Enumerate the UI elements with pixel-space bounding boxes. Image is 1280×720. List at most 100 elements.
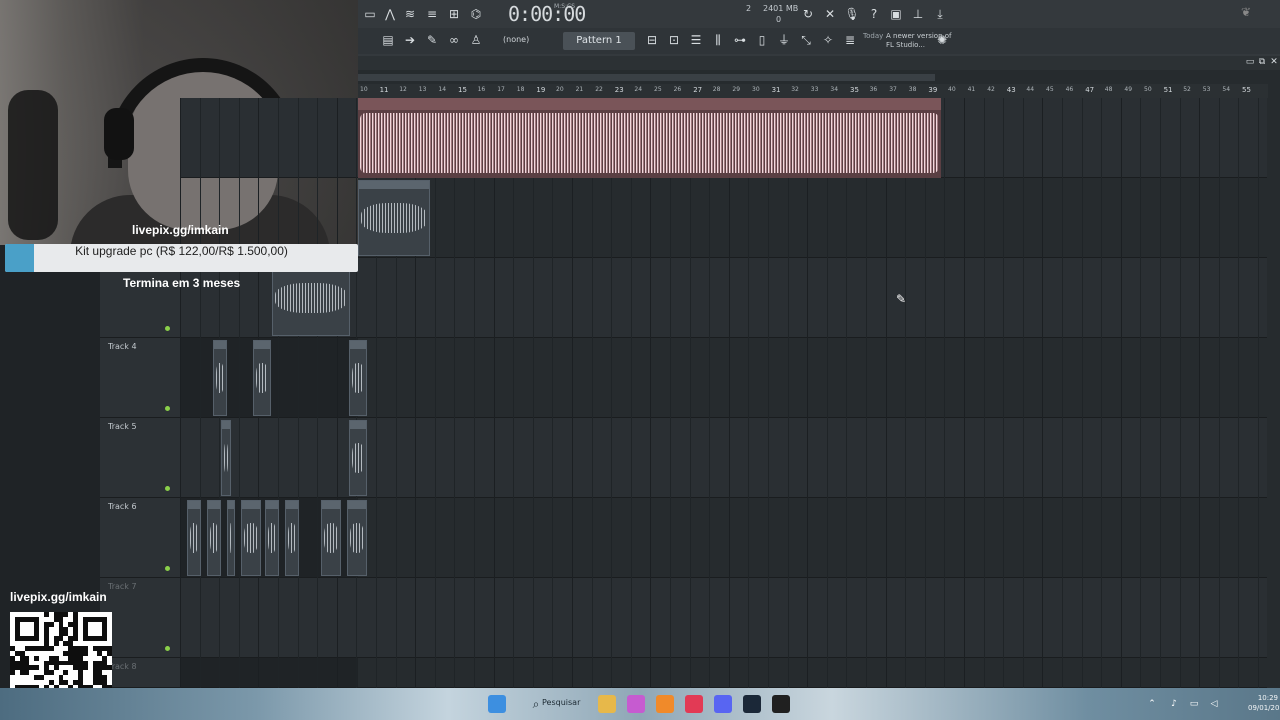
snap-selector[interactable]: (none) [503, 35, 529, 44]
pattern-selector[interactable]: Pattern 1 [563, 32, 635, 50]
browser-icon[interactable]: ☰ [688, 32, 704, 48]
link-icon[interactable]: ∞ [446, 32, 462, 48]
arrow-icon[interactable]: ➔ [402, 32, 418, 48]
music-app-icon[interactable] [685, 695, 703, 713]
marker-icon[interactable]: ✧ [820, 32, 836, 48]
ruler-tick-label: 52 [1183, 86, 1191, 93]
track-header-8[interactable]: Track 8 [100, 658, 180, 688]
microphone-icon[interactable]: 🎙 [844, 6, 860, 22]
download-icon[interactable]: ⤓ [932, 6, 948, 22]
fl-cloud-icon[interactable]: ✺ [934, 32, 950, 48]
project-icon[interactable]: ▯ [754, 32, 770, 48]
audio-clip[interactable] [347, 500, 367, 576]
taskbar-search[interactable]: Pesquisar [542, 698, 580, 707]
windows-taskbar: ⌕ Pesquisar ⌃ ♪ ▭ ◁ 10:29 09/01/2026 [0, 688, 1280, 720]
track-led-icon[interactable] [165, 486, 170, 491]
refresh-icon[interactable]: ↻ [800, 6, 816, 22]
fl-studio-app-icon[interactable] [656, 695, 674, 713]
audio-clip[interactable] [241, 500, 261, 576]
stamp-icon[interactable]: ♙ [468, 32, 484, 48]
typing-keyboard-icon[interactable]: ⊞ [446, 6, 462, 22]
audio-clip[interactable] [207, 500, 221, 576]
horizontal-scrollbar[interactable] [358, 74, 935, 81]
help-icon[interactable]: ? [866, 6, 882, 22]
waveform-icon[interactable]: ≋ [402, 6, 418, 22]
grid-line [670, 98, 671, 688]
grid-line [474, 98, 475, 688]
audio-clip[interactable] [221, 420, 231, 496]
ruler-tick-label: 15 [458, 86, 467, 94]
record-mode-icon[interactable]: ⌬ [468, 6, 484, 22]
ruler-tick-label: 25 [654, 86, 662, 93]
track-header-4[interactable]: Track 4 [100, 338, 180, 418]
tempo-icon[interactable]: ▭ [362, 6, 378, 22]
tools-icon[interactable]: ✕ [822, 6, 838, 22]
ruler-tick-label: 33 [810, 86, 819, 93]
track-led-icon[interactable] [165, 326, 170, 331]
track-lane[interactable] [180, 658, 1267, 688]
track-lane[interactable] [180, 338, 1267, 418]
ruler-tick-label: 24 [634, 86, 643, 93]
voices-display: 0 [776, 15, 782, 24]
track-lane[interactable] [180, 418, 1267, 498]
brush-icon[interactable]: ⤡ [798, 32, 814, 48]
mic-tray-icon[interactable]: ♪ [1166, 696, 1182, 712]
audio-clip[interactable] [349, 340, 367, 416]
obs-icon[interactable] [772, 695, 790, 713]
piano-roll-icon[interactable]: ▤ [380, 32, 396, 48]
track-led-icon[interactable] [165, 646, 170, 651]
audio-clip[interactable] [213, 340, 227, 416]
save-icon[interactable]: ▣ [888, 6, 904, 22]
ruler-tick-label: 40 [948, 86, 956, 93]
plugin-database-icon[interactable]: ⊶ [732, 32, 748, 48]
grid-line [768, 98, 769, 688]
goal-label: Kit upgrade pc (R$ 122,00/R$ 1.500,00) [75, 244, 288, 258]
donation-goal-bar: Kit upgrade pc (R$ 122,00/R$ 1.500,00) [5, 244, 358, 272]
track-led-icon[interactable] [165, 406, 170, 411]
playlist-titlebar: ▭ ⧉ ✕ [358, 56, 1280, 70]
audio-clip[interactable] [321, 500, 341, 576]
steam-icon[interactable] [743, 695, 761, 713]
audio-clip[interactable] [227, 500, 235, 576]
discord-icon[interactable] [714, 695, 732, 713]
track-led-icon[interactable] [165, 566, 170, 571]
notes-icon[interactable]: ≣ [842, 32, 858, 48]
audio-clip[interactable] [349, 420, 367, 496]
volume-icon[interactable]: ◁ [1206, 696, 1222, 712]
track-lane[interactable] [180, 498, 1267, 578]
grid-line [552, 98, 554, 688]
start-icon[interactable] [488, 695, 506, 713]
plug-icon[interactable]: ⏚ [776, 32, 792, 48]
grid-line [689, 98, 691, 688]
audio-clip[interactable] [285, 500, 299, 576]
mixer-faders-icon[interactable]: ⫼ [710, 32, 726, 48]
ruler-tick-label: 34 [830, 86, 839, 93]
audio-clip[interactable] [187, 500, 201, 576]
clock-date: 09/01/2026 [1248, 704, 1280, 712]
track-header-7[interactable]: Track 7 [100, 578, 180, 658]
grid-line [1101, 98, 1103, 688]
track-header-6[interactable]: Track 6 [100, 498, 180, 578]
mixer-icon[interactable]: ⊥ [910, 6, 926, 22]
channel-rack-icon[interactable]: ⊟ [644, 32, 660, 48]
audio-clip[interactable] [358, 98, 941, 178]
step-edit-icon[interactable]: ≡ [424, 6, 440, 22]
taskbar-clock[interactable]: 10:29 09/01/2026 [1248, 693, 1280, 713]
track-name: Track 8 [108, 662, 137, 671]
audio-clip[interactable] [253, 340, 271, 416]
chevron-up-icon[interactable]: ⌃ [1144, 696, 1160, 712]
file-explorer-icon[interactable] [598, 695, 616, 713]
close-icon[interactable]: ✕ [1266, 54, 1280, 70]
audio-clip[interactable] [265, 500, 279, 576]
metronome-icon[interactable]: ⋀ [382, 6, 398, 22]
grid-line [611, 98, 613, 688]
audio-clip[interactable] [358, 180, 430, 256]
grid-line [454, 98, 456, 688]
browser-app-icon[interactable] [627, 695, 645, 713]
pencil-icon[interactable]: ✎ [424, 32, 440, 48]
network-icon[interactable]: ▭ [1186, 696, 1202, 712]
track-lane[interactable] [180, 578, 1267, 658]
grid-line [336, 98, 338, 688]
playlist-icon[interactable]: ⊡ [666, 32, 682, 48]
track-header-5[interactable]: Track 5 [100, 418, 180, 498]
